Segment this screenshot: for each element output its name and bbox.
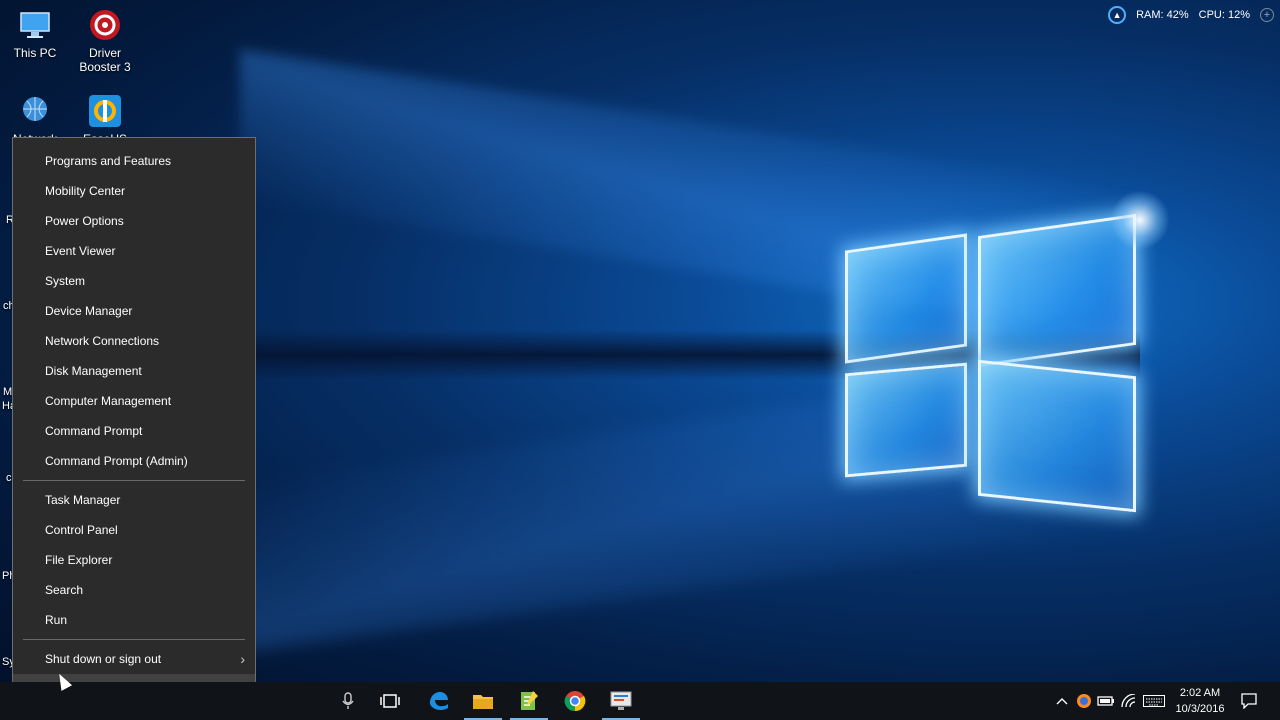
menu-item-device-manager[interactable]: Device Manager: [13, 296, 255, 326]
menu-item-event-viewer[interactable]: Event Viewer: [13, 236, 255, 266]
cpu-usage: CPU: 12%: [1198, 9, 1250, 21]
menu-item-command-prompt[interactable]: Command Prompt: [13, 416, 255, 446]
edge-icon[interactable]: [415, 682, 461, 720]
menu-item-system[interactable]: System: [13, 266, 255, 296]
desktop-icon-this-pc[interactable]: This PC: [0, 2, 70, 60]
menu-item-label: Shut down or sign out: [45, 652, 162, 666]
network-icon[interactable]: [1118, 682, 1140, 720]
driver-booster-icon: [88, 8, 122, 42]
keyboard-icon[interactable]: [1142, 682, 1166, 720]
chrome-icon[interactable]: [552, 682, 598, 720]
network-icon: [18, 94, 52, 128]
this-pc-icon: [18, 8, 52, 42]
menu-item-network-connections[interactable]: Network Connections: [13, 326, 255, 356]
menu-item-power-options[interactable]: Power Options: [13, 206, 255, 236]
ram-usage: RAM: 42%: [1136, 9, 1189, 21]
desktop-icon-label-fragment: M: [3, 386, 13, 398]
menu-item-mobility-center[interactable]: Mobility Center: [13, 176, 255, 206]
menu-item-file-explorer[interactable]: File Explorer: [13, 545, 255, 575]
expand-icon[interactable]: +: [1260, 8, 1274, 22]
taskbar: 2:02 AM 10/3/2016: [0, 682, 1280, 720]
desktop-icon-label: This PC: [13, 46, 57, 60]
menu-separator: [23, 639, 245, 640]
taskbar-clock[interactable]: 2:02 AM 10/3/2016: [1168, 685, 1232, 717]
microphone-icon[interactable]: [325, 682, 371, 720]
desktop-icon-label-fragment: c: [6, 472, 12, 484]
menu-item-task-manager[interactable]: Task Manager: [13, 485, 255, 515]
winx-context-menu: Programs and Features Mobility Center Po…: [12, 137, 256, 710]
clock-date: 10/3/2016: [1175, 703, 1225, 715]
menu-item-control-panel[interactable]: Control Panel: [13, 515, 255, 545]
firefox-tray-icon[interactable]: [1074, 682, 1094, 720]
menu-item-computer-management[interactable]: Computer Management: [13, 386, 255, 416]
monitor-app-icon[interactable]: [598, 682, 644, 720]
menu-item-run[interactable]: Run: [13, 605, 255, 635]
clock-time: 2:02 AM: [1179, 687, 1221, 699]
desktop-icon-label: Driver Booster 3: [79, 46, 131, 74]
desktop-icon-driver-booster[interactable]: Driver Booster 3: [70, 2, 140, 74]
menu-item-search[interactable]: Search: [13, 575, 255, 605]
menu-item-shut-down-or-sign-out[interactable]: Shut down or sign out ›: [13, 644, 255, 674]
system-monitor-widget[interactable]: ▲ RAM: 42% CPU: 12% +: [1104, 4, 1280, 26]
chevron-right-icon: ›: [240, 651, 245, 667]
power-icon[interactable]: [1096, 682, 1116, 720]
chevron-up-icon[interactable]: [1052, 682, 1072, 720]
menu-item-disk-management[interactable]: Disk Management: [13, 356, 255, 386]
menu-item-programs-and-features[interactable]: Programs and Features: [13, 146, 255, 176]
action-center-icon[interactable]: [1238, 682, 1260, 720]
easeus-icon: [88, 94, 122, 128]
menu-separator: [23, 480, 245, 481]
monitor-gauge-icon: ▲: [1108, 6, 1127, 24]
file-explorer-icon[interactable]: [460, 682, 506, 720]
menu-item-command-prompt-admin[interactable]: Command Prompt (Admin): [13, 446, 255, 476]
task-view-icon[interactable]: [367, 682, 413, 720]
notepad-icon[interactable]: [506, 682, 552, 720]
